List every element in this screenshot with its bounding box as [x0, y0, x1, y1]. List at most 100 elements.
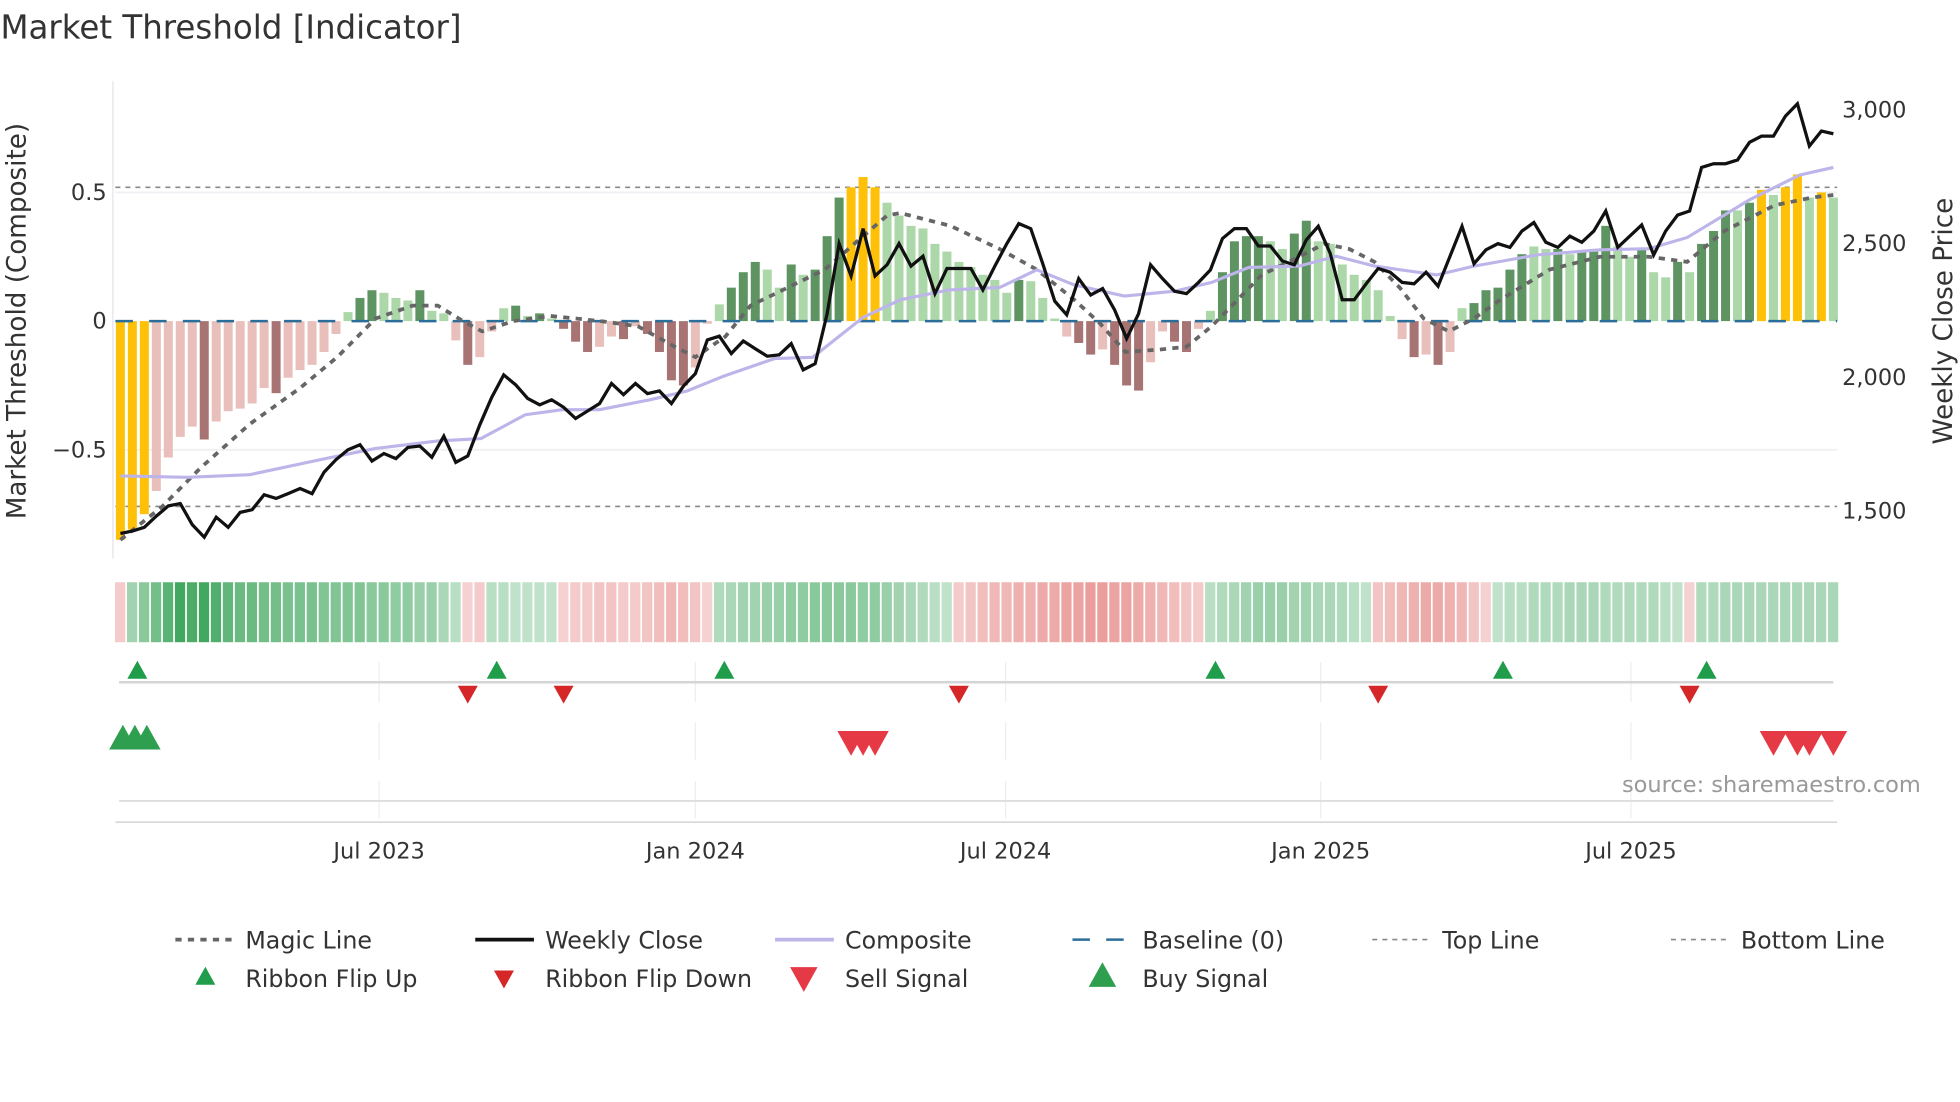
legend-item-composite: Composite: [775, 926, 972, 954]
triangle-up-icon: [195, 966, 216, 985]
ribbon-cell: [1205, 582, 1216, 643]
composite-bar: [1074, 321, 1084, 343]
ribbon-flip-down-marker: [553, 685, 574, 704]
ribbon-cell: [1636, 582, 1647, 643]
right-tick-label: 1,500: [1842, 499, 1906, 525]
ribbon-cell: [1145, 582, 1156, 643]
composite-bar: [403, 300, 413, 322]
composite-bar: [583, 321, 593, 352]
ribbon-cell: [1300, 582, 1312, 643]
ribbon-cell: [1744, 582, 1755, 643]
ribbon-cell: [318, 582, 329, 643]
ribbon-cell: [414, 582, 425, 643]
ribbon-cell: [1324, 582, 1336, 643]
ribbon-cell: [1792, 582, 1803, 643]
triangle-up-icon: [1088, 962, 1117, 987]
composite-bar: [894, 215, 904, 322]
composite-bar: [367, 290, 377, 322]
ribbon-cell: [1732, 582, 1743, 643]
ribbon-cell: [1432, 582, 1443, 643]
ribbon-cell: [1241, 582, 1252, 643]
composite-bar: [714, 304, 724, 322]
ribbon-cell: [270, 582, 281, 643]
composite-bar: [1014, 279, 1024, 322]
composite-bar: [331, 321, 341, 334]
composite-bar: [726, 287, 736, 322]
ribbon-cell: [1348, 582, 1360, 643]
ribbon-cell: [1085, 582, 1096, 643]
legend-label: Sell Signal: [845, 965, 968, 993]
ribbon-cell: [1253, 582, 1264, 643]
ribbon-cell: [1456, 582, 1467, 643]
x-tick-label: Jan 2025: [1269, 838, 1370, 864]
composite-bar: [1697, 243, 1707, 322]
ribbon-cell: [1660, 582, 1671, 643]
ribbon-cell: [1384, 582, 1396, 643]
composite-bar: [870, 187, 880, 322]
ribbon-cell: [342, 582, 353, 643]
ribbon-cell: [126, 582, 138, 643]
ribbon-cell: [1588, 582, 1599, 643]
ribbon-cell: [606, 582, 617, 643]
ribbon-cell: [582, 582, 593, 643]
composite-bar: [1601, 225, 1611, 322]
ribbon-cell: [833, 582, 844, 643]
composite-bar: [1816, 192, 1826, 322]
ribbon-cell: [1396, 582, 1407, 643]
composite-bar: [1661, 277, 1671, 322]
composite-bar: [1649, 272, 1659, 322]
composite-bar: [151, 321, 161, 491]
composite-bar: [1553, 249, 1563, 322]
composite-bar: [247, 321, 257, 404]
composite-bar: [1780, 187, 1790, 322]
right-axis-title: Weekly Close Price: [1929, 198, 1959, 445]
ribbon-cell: [869, 582, 880, 643]
right-tick-label: 2,000: [1842, 365, 1906, 391]
ribbon-cell: [1780, 582, 1791, 643]
ribbon-cell: [1001, 582, 1012, 643]
ribbon-cell: [1827, 582, 1839, 643]
legend-item-bottom: Bottom Line: [1670, 926, 1885, 954]
ribbon-cell: [150, 582, 162, 643]
ribbon-cell: [594, 582, 605, 643]
legend-item-flip-down: Ribbon Flip Down: [493, 965, 752, 993]
composite-bar: [846, 187, 856, 322]
composite-bar: [1158, 321, 1168, 332]
ribbon-cell: [917, 582, 928, 643]
ribbon-cell: [929, 582, 940, 643]
ribbon-cell: [1276, 582, 1288, 643]
composite-bar: [786, 264, 796, 322]
triangle-down-icon: [493, 970, 514, 989]
ribbon-cell: [234, 582, 246, 643]
ribbon-cell: [1097, 582, 1108, 643]
composite-bar: [1409, 321, 1419, 358]
ribbon-cell: [1684, 582, 1695, 643]
ribbon-cell: [701, 582, 713, 643]
ribbon-cell: [282, 582, 293, 643]
composite-bar: [343, 312, 353, 322]
ribbon-cell: [1756, 582, 1767, 643]
composite-bars: [115, 174, 1838, 540]
composite-bar: [1445, 321, 1455, 352]
composite-bar: [1170, 321, 1180, 342]
ribbon-cell: [1420, 582, 1431, 643]
composite-bar: [1289, 233, 1299, 322]
composite-bar: [810, 269, 820, 322]
composite-bar: [1062, 321, 1072, 337]
ribbon-cell: [749, 582, 761, 643]
ribbon-cell: [1229, 582, 1240, 643]
ribbon-cell: [174, 582, 186, 643]
legend-label: Buy Signal: [1142, 965, 1268, 993]
ribbon-cell: [642, 582, 653, 643]
ribbon-cell: [186, 582, 198, 643]
ribbon-cell: [1516, 582, 1527, 643]
ribbon-cell: [941, 582, 952, 643]
composite-bar: [954, 261, 964, 322]
signal-markers: [109, 660, 1848, 819]
ribbon-cell: [558, 582, 569, 643]
source-label: source: sharemaestro.com: [1622, 772, 1921, 798]
ribbon-cell: [1312, 582, 1324, 643]
composite-bar: [1756, 189, 1766, 322]
ribbon-cell: [1217, 582, 1228, 643]
composite-bar: [223, 321, 233, 412]
